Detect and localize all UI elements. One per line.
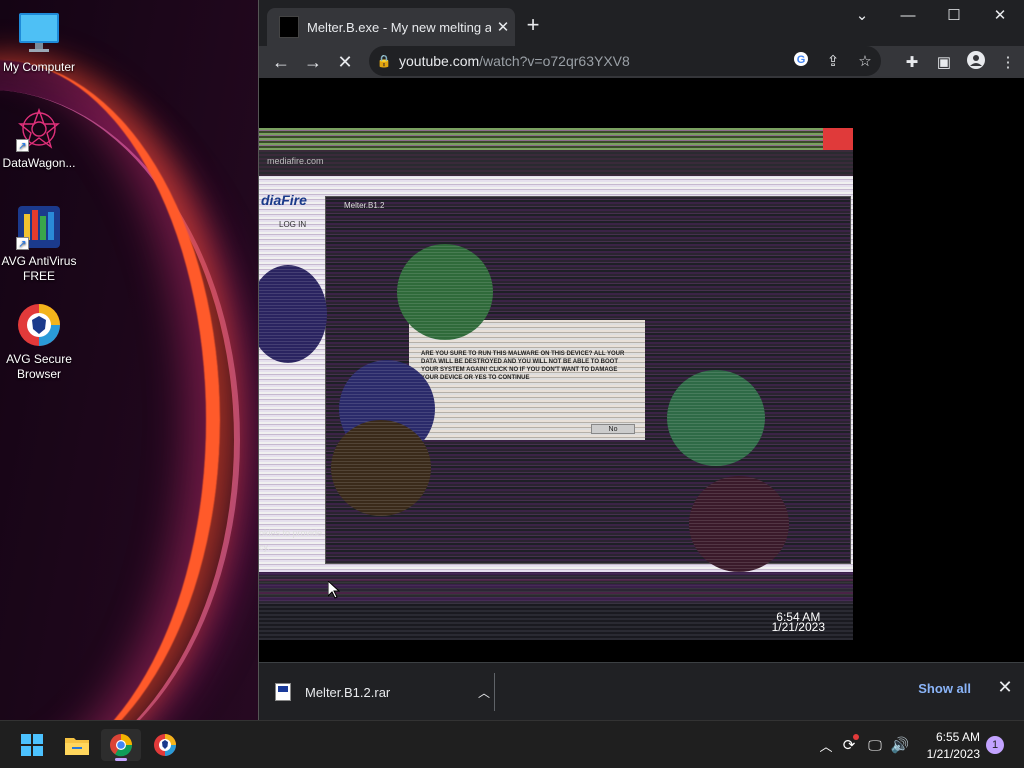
video-circle: [667, 370, 765, 466]
volume-icon[interactable]: 🔊: [888, 736, 912, 754]
bookmark-star-icon[interactable]: ☆: [849, 52, 881, 70]
extensions-puzzle-icon[interactable]: ✚: [896, 53, 928, 71]
avg-browser-icon: [154, 734, 176, 756]
desktop-icon-avg-antivirus[interactable]: ↗ AVG AntiVirus FREE: [0, 204, 78, 284]
start-button[interactable]: [12, 729, 52, 761]
stop-loading-button[interactable]: ✕: [329, 52, 361, 73]
tab-favicon: [279, 16, 299, 38]
lock-icon[interactable]: 🔒: [369, 54, 399, 68]
video-frame-mediafire-logo: diaFire: [261, 192, 307, 208]
page-content: mediafire.com diaFire LOG IN Melter.B1.2…: [259, 78, 1024, 662]
tab-active[interactable]: Melter.B.exe - My new melting a ✕: [267, 8, 515, 46]
tab-strip: Melter.B.exe - My new melting a ✕ + ⌄ — …: [259, 0, 1024, 46]
new-tab-button[interactable]: +: [521, 12, 545, 38]
clock[interactable]: 6:55 AM 1/21/2023: [927, 729, 980, 763]
tab-search-icon[interactable]: ⌄: [839, 4, 885, 28]
download-item[interactable]: Melter.B1.2.rar ︿: [275, 673, 495, 711]
folder-icon: [65, 738, 89, 755]
shortcut-arrow-icon: ↗: [16, 139, 29, 152]
chrome-taskbar-button[interactable]: [101, 729, 141, 761]
menu-kebab-icon[interactable]: ⋮: [992, 53, 1024, 71]
share-icon[interactable]: ⇪: [817, 52, 849, 70]
tab-close-icon[interactable]: ✕: [491, 18, 515, 36]
sync-alert-icon[interactable]: ⟳: [836, 734, 862, 754]
clock-time: 6:55 AM: [935, 730, 980, 744]
datawagon-icon: ↗: [16, 106, 62, 152]
desktop-icon-label: My Computer: [2, 60, 76, 74]
video-frame-clock: 6:54 AM 1/21/2023: [771, 611, 825, 634]
desktop-icon-label: AVG AntiVirus FREE: [1, 254, 77, 283]
monitor-icon: [16, 10, 62, 56]
shortcut-arrow-icon: ↗: [16, 237, 29, 250]
minimize-button[interactable]: —: [885, 4, 931, 28]
chevron-up-icon[interactable]: ︿: [816, 736, 836, 755]
system-tray: ︿ ⟳ 🖵 🔊: [816, 721, 912, 768]
toolbar: ← → ✕ 🔒 youtube.com/watch?v=o72qr63YXV8 …: [259, 46, 1024, 78]
chrome-icon: [110, 734, 133, 757]
avg-antivirus-icon: ↗: [16, 204, 62, 250]
video-frame-dialog-no: No: [591, 424, 635, 434]
video-frame-explorer-title: Melter.B1.2: [344, 201, 385, 210]
forward-button[interactable]: →: [297, 52, 329, 73]
profile-avatar-icon[interactable]: [960, 51, 992, 73]
rar-file-icon: [275, 683, 291, 701]
desktop-icon-label: AVG Secure Browser: [6, 352, 72, 381]
tab-title: Melter.B.exe - My new melting a: [307, 19, 491, 35]
video-player[interactable]: mediafire.com diaFire LOG IN Melter.B1.2…: [259, 128, 853, 640]
omnibox-actions: G ⇪ ☆: [785, 46, 881, 76]
side-panel-icon[interactable]: ▣: [928, 53, 960, 71]
video-circle: [689, 476, 789, 572]
video-frame-date: 1/21/2023: [771, 620, 825, 634]
back-button[interactable]: ←: [265, 52, 297, 73]
mouse-cursor-icon: [327, 579, 341, 604]
google-lens-icon[interactable]: G: [785, 51, 817, 71]
maximize-button[interactable]: ☐: [931, 4, 977, 28]
windows-logo-icon: [21, 734, 43, 756]
show-all-button[interactable]: Show all: [918, 681, 971, 696]
url-host: youtube.com: [399, 53, 480, 69]
file-explorer-button[interactable]: [57, 729, 97, 761]
video-circle: [397, 244, 493, 340]
video-frame-login: LOG IN: [279, 220, 307, 229]
address-bar[interactable]: 🔒 youtube.com/watch?v=o72qr63YXV8 G ⇪ ☆: [369, 46, 881, 76]
avg-browser-icon: [16, 302, 62, 348]
desktop-icon-my-computer[interactable]: My Computer: [0, 10, 78, 75]
desktop-icon-datawagon[interactable]: ↗ DataWagon...: [0, 106, 78, 171]
clock-date: 1/21/2023: [926, 747, 980, 761]
chevron-up-icon[interactable]: ︿: [474, 684, 494, 701]
chrome-window: Melter.B.exe - My new melting a ✕ + ⌄ — …: [258, 0, 1024, 720]
url-path: /watch?v=o72qr63YXV8: [479, 53, 630, 69]
video-frame-address: mediafire.com: [259, 150, 853, 176]
notification-badge[interactable]: 1: [986, 736, 1004, 754]
download-bar: Melter.B1.2.rar ︿ Show all ✕: [259, 662, 1024, 720]
network-icon[interactable]: 🖵: [862, 737, 888, 754]
video-circle: [331, 420, 431, 516]
close-window-button[interactable]: ✕: [977, 4, 1023, 28]
desktop-icon-label: DataWagon...: [2, 156, 76, 170]
video-frame-dialog-text: ARE YOU SURE TO RUN THIS MALWARE ON THIS…: [421, 351, 625, 381]
video-frame-taskbar: 6:54 AM 1/21/2023: [259, 604, 853, 640]
toolbar-right: ✚ ▣ ⋮: [896, 46, 1024, 78]
download-file-name: Melter.B1.2.rar: [305, 684, 391, 700]
download-bar-close-icon[interactable]: ✕: [995, 677, 1015, 698]
desktop-icon-avg-browser[interactable]: AVG Secure Browser: [0, 302, 78, 382]
taskbar: ︿ ⟳ 🖵 🔊 6:55 AM 1/21/2023 1: [0, 720, 1024, 768]
avg-browser-taskbar-button[interactable]: [145, 729, 185, 761]
svg-text:G: G: [797, 54, 806, 66]
video-frame-cookies-text: okies to provide cy.: [259, 528, 323, 552]
video-frame-tabbar: [259, 128, 853, 150]
